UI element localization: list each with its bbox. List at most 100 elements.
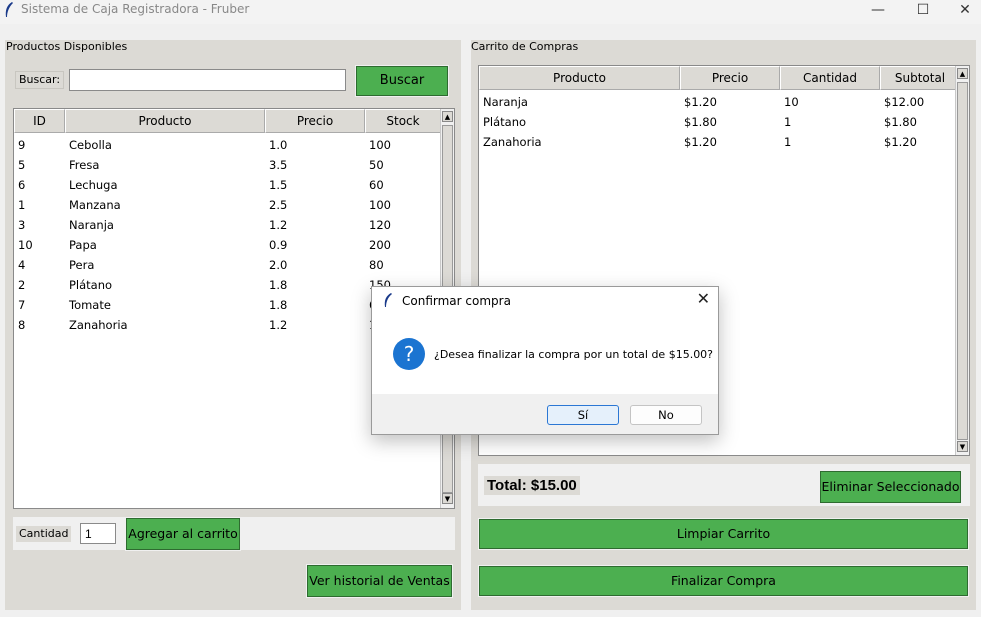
column-header-quantity[interactable]: Cantidad [780, 66, 880, 90]
table-cell: $1.20 [684, 135, 717, 149]
column-header-id[interactable]: ID [14, 109, 65, 133]
window-title: Sistema de Caja Registradora - Fruber [21, 2, 250, 16]
table-cell: 100 [369, 198, 391, 212]
search-input[interactable] [69, 69, 346, 91]
table-cell: Zanahoria [69, 318, 128, 332]
table-cell: 200 [369, 238, 391, 252]
table-cell: $1.20 [684, 95, 717, 109]
table-cell: 6 [18, 178, 26, 192]
table-cell: Papa [69, 238, 97, 252]
table-row[interactable]: 5 Fresa 3.5 50 [14, 155, 441, 175]
products-panel-label: Productos Disponibles [6, 40, 128, 53]
table-cell: $12.00 [884, 95, 925, 109]
table-cell: 1 [784, 135, 792, 149]
clear-cart-button-label: Limpiar Carrito [676, 526, 771, 541]
table-cell: 50 [369, 158, 384, 172]
table-row[interactable]: 4 Pera 2.0 80 [14, 255, 441, 275]
table-cell: $1.80 [884, 115, 917, 129]
table-cell: 1 [18, 198, 26, 212]
table-cell: 2.0 [269, 258, 288, 272]
table-cell: 1.2 [269, 318, 288, 332]
dialog-title: Confirmar compra [402, 294, 511, 308]
table-cell: 1.2 [269, 218, 288, 232]
table-row[interactable]: 10 Papa 0.9 200 [14, 235, 441, 255]
table-row[interactable]: Naranja $1.20 10 $12.00 [479, 92, 960, 112]
yes-button[interactable]: Sí [547, 405, 619, 425]
table-cell: 3 [18, 218, 26, 232]
column-header-stock[interactable]: Stock [365, 109, 441, 133]
table-row[interactable]: 6 Lechuga 1.5 60 [14, 175, 441, 195]
table-cell: Tomate [69, 298, 111, 312]
column-header-product[interactable]: Producto [65, 109, 265, 133]
add-to-cart-button-label: Agregar al carrito [128, 526, 238, 541]
table-row[interactable]: Zanahoria $1.20 1 $1.20 [479, 132, 960, 152]
scroll-down-icon[interactable]: ▼ [442, 493, 453, 504]
cart-table-header: Producto Precio Cantidad Subtotal [479, 66, 960, 90]
table-cell: 8 [18, 318, 26, 332]
table-cell: 5 [18, 158, 26, 172]
maximize-icon[interactable]: ☐ [900, 0, 946, 22]
search-button[interactable]: Buscar [355, 65, 449, 97]
table-cell: 1.0 [269, 138, 288, 152]
table-row[interactable]: 1 Manzana 2.5 100 [14, 195, 441, 215]
column-header-price[interactable]: Precio [265, 109, 365, 133]
no-button[interactable]: No [630, 405, 702, 425]
close-icon[interactable]: ✕ [942, 0, 981, 22]
table-cell: Fresa [69, 158, 100, 172]
table-cell: 10 [18, 238, 33, 252]
minimize-icon[interactable]: — [855, 0, 901, 22]
products-table-header: ID Producto Precio Stock [14, 109, 441, 133]
total-label: Total: $15.00 [484, 476, 580, 495]
remove-selected-button-label: Eliminar Seleccionado [821, 479, 960, 494]
scroll-thumb[interactable] [957, 82, 968, 440]
dialog-footer: Sí No [372, 394, 718, 434]
column-header-product[interactable]: Producto [479, 66, 680, 90]
title-bar: Sistema de Caja Registradora - Fruber — … [0, 0, 981, 24]
confirm-dialog: Confirmar compra ✕ ? ¿Desea finalizar la… [371, 286, 719, 435]
table-cell: 2 [18, 278, 26, 292]
table-cell: Pera [69, 258, 95, 272]
search-button-label: Buscar [379, 73, 425, 88]
table-cell: 60 [369, 178, 384, 192]
scroll-up-icon[interactable]: ▲ [442, 111, 453, 122]
table-cell: 1 [784, 115, 792, 129]
clear-cart-button[interactable]: Limpiar Carrito [478, 518, 969, 550]
table-row[interactable]: 3 Naranja 1.2 120 [14, 215, 441, 235]
scroll-up-icon[interactable]: ▲ [957, 68, 968, 79]
scroll-down-icon[interactable]: ▼ [957, 441, 968, 452]
dialog-message: ¿Desea finalizar la compra por un total … [434, 348, 714, 361]
table-cell: 120 [369, 218, 391, 232]
feather-icon [384, 293, 392, 307]
table-cell: $1.20 [884, 135, 917, 149]
table-cell: Plátano [69, 278, 113, 292]
quantity-input[interactable] [80, 523, 116, 544]
remove-selected-button[interactable]: Eliminar Seleccionado [819, 470, 962, 504]
table-row[interactable]: 9 Cebolla 1.0 100 [14, 135, 441, 155]
table-cell: 10 [784, 95, 799, 109]
table-cell: 1.8 [269, 298, 288, 312]
feather-icon [5, 2, 13, 17]
table-row[interactable]: Plátano $1.80 1 $1.80 [479, 112, 960, 132]
table-cell: 1.8 [269, 278, 288, 292]
quantity-label: Cantidad [16, 526, 72, 542]
table-cell: 1.5 [269, 178, 288, 192]
table-cell: 80 [369, 258, 384, 272]
table-cell: 4 [18, 258, 26, 272]
checkout-button[interactable]: Finalizar Compra [478, 565, 969, 597]
close-icon[interactable]: ✕ [697, 289, 710, 308]
column-header-price[interactable]: Precio [680, 66, 780, 90]
add-to-cart-button[interactable]: Agregar al carrito [125, 517, 241, 551]
table-cell: 7 [18, 298, 26, 312]
checkout-button-label: Finalizar Compra [671, 573, 776, 588]
table-cell: Cebolla [69, 138, 112, 152]
table-cell: Naranja [483, 95, 528, 109]
table-cell: Zanahoria [483, 135, 542, 149]
table-cell: Naranja [69, 218, 114, 232]
table-cell: 100 [369, 138, 391, 152]
sales-history-button[interactable]: Ver historial de Ventas [306, 564, 453, 598]
cart-scrollbar[interactable]: ▲ ▼ [955, 66, 969, 455]
column-header-subtotal[interactable]: Subtotal [880, 66, 960, 90]
cart-panel-label: Carrito de Compras [471, 40, 579, 53]
table-cell: 9 [18, 138, 26, 152]
table-cell: Lechuga [69, 178, 118, 192]
